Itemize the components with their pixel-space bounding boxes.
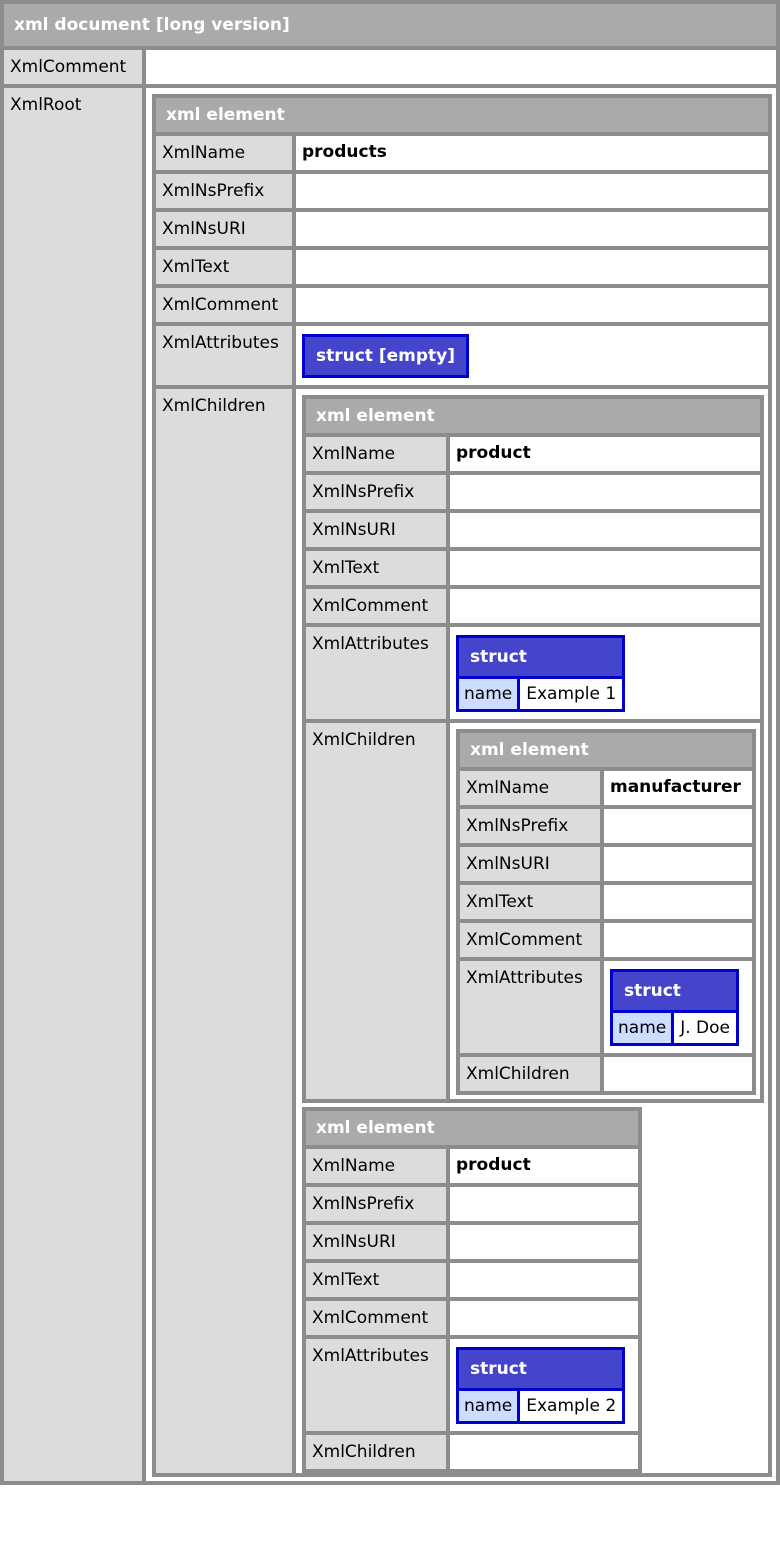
xmlname-value: product	[446, 1145, 638, 1183]
xmlnsprefix-value	[446, 1183, 638, 1221]
xmlnsuri-value	[292, 208, 768, 246]
xmlnsuri-key: XmlNsURI	[460, 843, 600, 881]
xmlname-key: XmlName	[306, 1145, 446, 1183]
xmlattributes-key: XmlAttributes	[306, 623, 446, 719]
xmltext-value	[292, 246, 768, 284]
xmlcomment-key: XmlComment	[306, 585, 446, 623]
xmlname-key: XmlName	[156, 132, 292, 170]
xmlname-key: XmlName	[306, 433, 446, 471]
struct-manufacturer: struct name J. Doe	[610, 969, 739, 1046]
xml-element-products: xml element XmlName products XmlNsPrefix…	[152, 94, 772, 1477]
xmlnsprefix-value	[446, 471, 760, 509]
xmlnsuri-value	[446, 509, 760, 547]
struct-key: name	[459, 1388, 518, 1421]
document-comment-key: XmlComment	[4, 46, 142, 84]
xml-element-manufacturer: xml element XmlName manufacturer XmlNsPr…	[456, 729, 756, 1095]
xmlattributes-value: struct name J. Doe	[600, 957, 752, 1053]
xml-element-product-1: xml element XmlName product XmlNsPrefix …	[302, 395, 764, 1103]
xmlcomment-value	[600, 919, 752, 957]
element-header: xml element	[306, 399, 760, 433]
xmlnsprefix-key: XmlNsPrefix	[306, 471, 446, 509]
xmlnsuri-key: XmlNsURI	[156, 208, 292, 246]
element-header: xml element	[460, 733, 752, 767]
struct-value: J. Doe	[671, 1010, 736, 1043]
xmlcomment-value	[292, 284, 768, 322]
xmlcomment-key: XmlComment	[306, 1297, 446, 1335]
xmlcomment-value	[446, 1297, 638, 1335]
xmlchildren-key: XmlChildren	[460, 1053, 600, 1091]
struct-header: struct	[613, 972, 736, 1010]
xmlchildren-value: xml element XmlName manufacturer XmlNsPr…	[446, 719, 760, 1099]
element-header: xml element	[306, 1111, 638, 1145]
xmlchildren-key: XmlChildren	[306, 1431, 446, 1469]
xmlnsuri-key: XmlNsURI	[306, 1221, 446, 1259]
xmlattributes-value: struct [empty]	[292, 322, 768, 385]
xmlcomment-key: XmlComment	[156, 284, 292, 322]
xmltext-key: XmlText	[460, 881, 600, 919]
struct-empty: struct [empty]	[302, 334, 470, 378]
xmlattributes-key: XmlAttributes	[460, 957, 600, 1053]
struct-value: Example 1	[517, 676, 623, 709]
xmlchildren-value	[600, 1053, 752, 1091]
xmlattributes-value: struct name Example 2	[446, 1335, 638, 1431]
xmltext-value	[446, 547, 760, 585]
xmlname-value: products	[292, 132, 768, 170]
xmlchildren-value	[446, 1431, 638, 1469]
xmlnsprefix-key: XmlNsPrefix	[306, 1183, 446, 1221]
document-comment-value	[142, 46, 776, 84]
xml-element-product-2: xml element XmlName product XmlNsPrefix …	[302, 1107, 642, 1473]
struct-empty-header: struct [empty]	[305, 337, 467, 375]
struct-header: struct	[459, 638, 623, 676]
xmlname-value: product	[446, 433, 760, 471]
struct-header: struct	[459, 1350, 623, 1388]
xmlchildren-key: XmlChildren	[156, 385, 292, 1473]
xmlattributes-value: struct name Example 1	[446, 623, 760, 719]
xmlattributes-key: XmlAttributes	[156, 322, 292, 385]
xmlnsprefix-key: XmlNsPrefix	[460, 805, 600, 843]
struct-key: name	[613, 1010, 672, 1043]
document-root-value: xml element XmlName products XmlNsPrefix…	[142, 84, 776, 1481]
xmlnsprefix-key: XmlNsPrefix	[156, 170, 292, 208]
xmltext-value	[446, 1259, 638, 1297]
xmlchildren-key: XmlChildren	[306, 719, 446, 1099]
xmltext-key: XmlText	[306, 1259, 446, 1297]
xmltext-value	[600, 881, 752, 919]
xmlchildren-value: xml element XmlName product XmlNsPrefix …	[292, 385, 768, 1473]
xmltext-key: XmlText	[306, 547, 446, 585]
document-root-key: XmlRoot	[4, 84, 142, 1481]
element-header: xml element	[156, 98, 768, 132]
xmlattributes-key: XmlAttributes	[306, 1335, 446, 1431]
xml-document-table: xml document [long version] XmlComment X…	[0, 0, 780, 1485]
struct-value: Example 2	[517, 1388, 623, 1421]
xmlnsuri-value	[446, 1221, 638, 1259]
xmlnsprefix-value	[600, 805, 752, 843]
xmlcomment-value	[446, 585, 760, 623]
struct-product-2: struct name Example 2	[456, 1347, 626, 1424]
struct-key: name	[459, 676, 518, 709]
xmlnsuri-value	[600, 843, 752, 881]
document-title: xml document [long version]	[4, 4, 776, 46]
xmltext-key: XmlText	[156, 246, 292, 284]
struct-product-1: struct name Example 1	[456, 635, 626, 712]
xmlname-value: manufacturer	[600, 767, 752, 805]
xmlname-key: XmlName	[460, 767, 600, 805]
xmlnsprefix-value	[292, 170, 768, 208]
xmlnsuri-key: XmlNsURI	[306, 509, 446, 547]
xmlcomment-key: XmlComment	[460, 919, 600, 957]
